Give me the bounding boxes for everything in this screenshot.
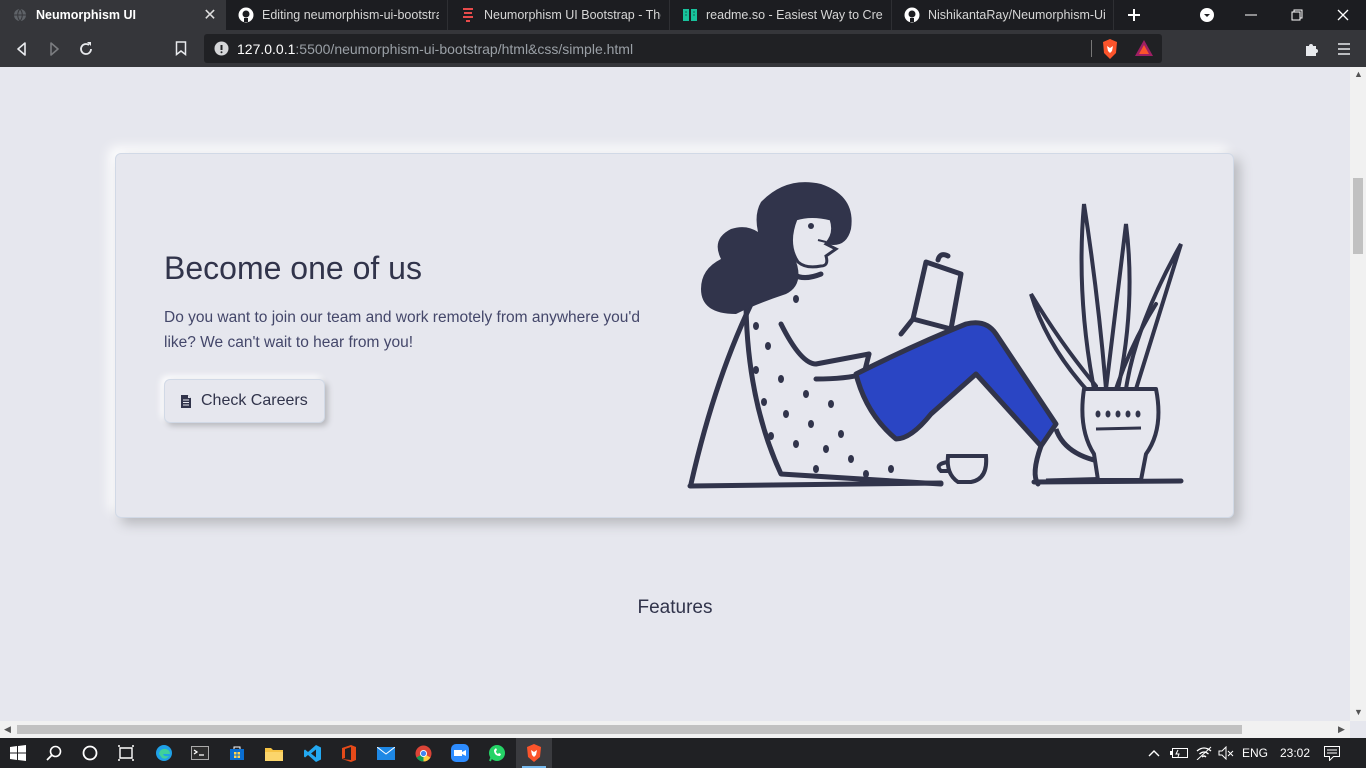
features-heading: Features <box>637 597 713 618</box>
restore-icon[interactable] <box>1274 0 1320 30</box>
whatsapp-icon[interactable] <box>479 738 515 768</box>
windows-taskbar: ENG 23:02 <box>0 738 1366 768</box>
tab-strip: Neumorphism UI ✕ Editing neumorphism-ui-… <box>0 0 1366 30</box>
volume-muted-icon[interactable] <box>1218 738 1234 768</box>
language-indicator[interactable]: ENG <box>1242 738 1268 768</box>
notifications-icon[interactable] <box>1324 738 1340 768</box>
minimize-icon[interactable] <box>1228 0 1274 30</box>
brave-rewards-icon[interactable] <box>1135 40 1153 62</box>
zoom-icon[interactable] <box>442 738 478 768</box>
bookmark-icon[interactable] <box>166 30 196 67</box>
url-path: :5500/neumorphism-ui-bootstrap/html&css/… <box>295 41 634 57</box>
horizontal-scroll-thumb[interactable] <box>17 725 1242 734</box>
edge-icon[interactable] <box>146 738 182 768</box>
office-icon[interactable] <box>331 738 367 768</box>
cortana-icon[interactable] <box>72 738 108 768</box>
horizontal-scrollbar[interactable]: ◀ ▶ <box>0 721 1350 738</box>
tab-readme-so[interactable]: readme.so - Easiest Way to Create <box>670 0 892 30</box>
tab-search-button[interactable] <box>1184 0 1230 30</box>
wifi-icon[interactable] <box>1196 738 1212 768</box>
brave-shields-icon[interactable] <box>1101 39 1119 64</box>
menu-icon[interactable] <box>1329 30 1359 67</box>
scroll-right-icon[interactable]: ▶ <box>1338 724 1345 735</box>
globe-icon <box>12 7 28 23</box>
tab-label: Neumorphism UI <box>36 8 137 22</box>
terminal-icon[interactable] <box>182 738 218 768</box>
page-viewport: Become one of us Do you want to join our… <box>0 67 1350 721</box>
scroll-left-icon[interactable]: ◀ <box>4 724 11 735</box>
clock[interactable]: 23:02 <box>1280 738 1310 768</box>
new-tab-button[interactable] <box>1120 0 1148 30</box>
book-icon <box>682 7 698 23</box>
tab-label: Neumorphism UI Bootstrap - Them <box>484 8 661 22</box>
forward-icon[interactable] <box>39 30 69 67</box>
task-view-icon[interactable] <box>108 738 144 768</box>
tab-neumorphism-ui[interactable]: Neumorphism UI ✕ <box>0 0 226 30</box>
github-icon <box>904 7 920 23</box>
extensions-icon[interactable] <box>1297 30 1327 67</box>
check-careers-button[interactable]: Check Careers <box>164 379 325 423</box>
vscode-icon[interactable] <box>294 738 330 768</box>
file-text-icon <box>180 394 192 409</box>
tab-label: Editing neumorphism-ui-bootstrap <box>262 8 439 22</box>
url-host: 127.0.0.1 <box>237 41 296 57</box>
windows-start-icon[interactable] <box>0 738 36 768</box>
microsoft-store-icon[interactable] <box>219 738 255 768</box>
browser-toolbar: 127.0.0.1:5500/neumorphism-ui-bootstrap/… <box>0 30 1366 67</box>
scroll-down-icon[interactable]: ▼ <box>1354 707 1363 717</box>
card-description: Do you want to join our team and work re… <box>164 309 640 351</box>
tab-label: NishikantaRay/Neumorphism-Ui-te <box>928 8 1105 22</box>
card-title: Become one of us <box>164 250 422 286</box>
vertical-scroll-thumb[interactable] <box>1353 178 1363 254</box>
chrome-icon[interactable] <box>405 738 441 768</box>
close-tab-icon[interactable]: ✕ <box>202 5 218 25</box>
battery-icon[interactable] <box>1170 738 1188 768</box>
close-window-icon[interactable] <box>1320 0 1366 30</box>
vertical-scrollbar[interactable]: ▲ ▼ <box>1350 67 1366 721</box>
back-icon[interactable] <box>7 30 37 67</box>
address-bar-divider <box>1091 40 1092 57</box>
show-hidden-icons-icon[interactable] <box>1146 738 1162 768</box>
woman-reading-illustration <box>686 174 1186 499</box>
mail-icon[interactable] <box>368 738 404 768</box>
button-label: Check Careers <box>201 392 308 409</box>
tab-neumorphism-bootstrap[interactable]: Neumorphism UI Bootstrap - Them <box>448 0 670 30</box>
address-bar[interactable]: 127.0.0.1:5500/neumorphism-ui-bootstrap/… <box>204 34 1162 63</box>
file-explorer-icon[interactable] <box>256 738 292 768</box>
search-icon[interactable] <box>36 738 72 768</box>
site-info-icon[interactable] <box>214 41 229 61</box>
tab-label: readme.so - Easiest Way to Create <box>706 8 883 22</box>
github-icon <box>238 7 254 23</box>
url-text[interactable]: 127.0.0.1:5500/neumorphism-ui-bootstrap/… <box>237 41 633 57</box>
themesberg-icon <box>460 7 476 23</box>
reload-icon[interactable] <box>71 30 101 67</box>
brave-taskbar-icon[interactable] <box>516 738 552 768</box>
tab-github-repo[interactable]: NishikantaRay/Neumorphism-Ui-te <box>892 0 1114 30</box>
scroll-up-icon[interactable]: ▲ <box>1354 69 1363 79</box>
tab-editing-readme[interactable]: Editing neumorphism-ui-bootstrap <box>226 0 448 30</box>
careers-card: Become one of us Do you want to join our… <box>115 153 1234 518</box>
